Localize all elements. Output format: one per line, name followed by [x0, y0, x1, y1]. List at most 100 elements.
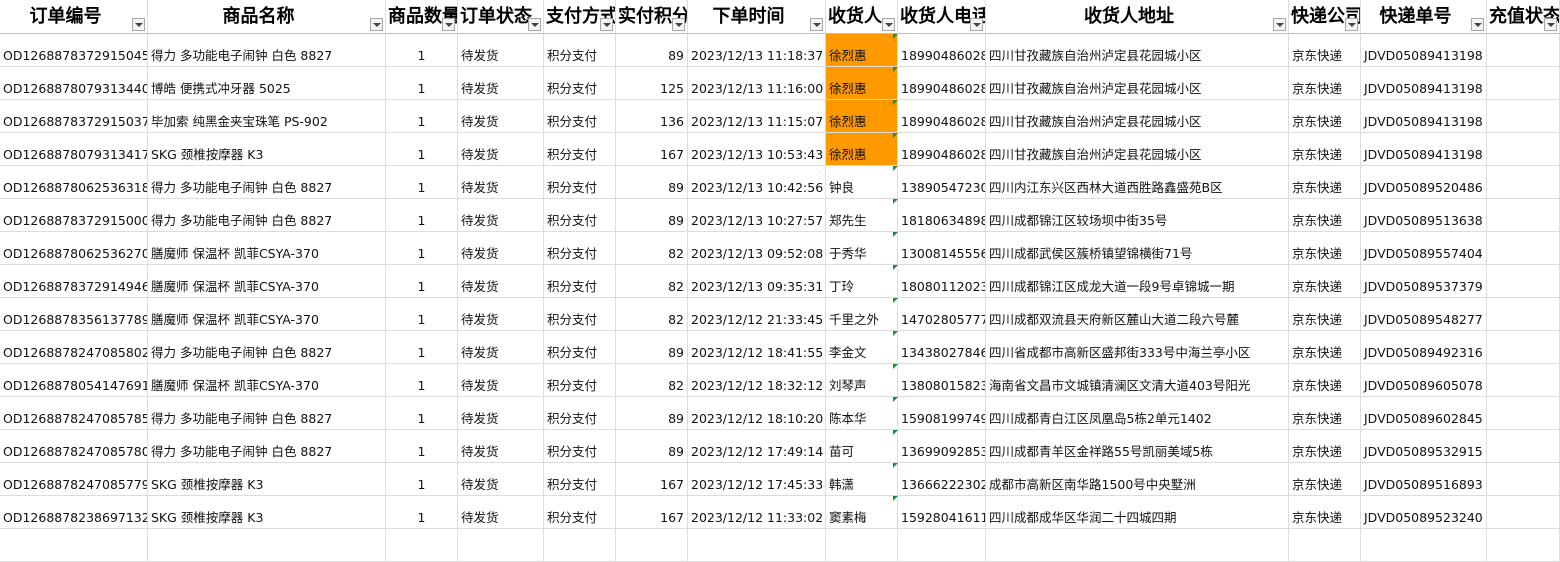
column-header-points[interactable]: 实付积分: [616, 0, 688, 34]
cell-pay[interactable]: 积分支付: [544, 397, 616, 430]
cell-tracking[interactable]: JDVD05089605078: [1361, 364, 1487, 397]
cell-phone[interactable]: 13438027846: [898, 331, 986, 364]
column-header-pay[interactable]: 支付方式: [544, 0, 616, 34]
cell-address[interactable]: 海南省文昌市文城镇清澜区文清大道403号阳光: [986, 364, 1289, 397]
cell-receiver[interactable]: 钟良: [826, 166, 898, 199]
cell-qty[interactable]: 1: [386, 331, 458, 364]
cell-pay[interactable]: 积分支付: [544, 430, 616, 463]
cell-points[interactable]: 89: [616, 199, 688, 232]
cell-order_no[interactable]: OD1268878372915045: [0, 34, 148, 67]
cell-pay[interactable]: 积分支付: [544, 100, 616, 133]
cell-courier[interactable]: 京东快递: [1289, 34, 1361, 67]
cell-courier[interactable]: 京东快递: [1289, 331, 1361, 364]
filter-dropdown-icon[interactable]: [1544, 18, 1557, 31]
column-header-time[interactable]: 下单时间: [688, 0, 826, 34]
cell-time[interactable]: 2023/12/12 17:45:33: [688, 463, 826, 496]
cell-pay[interactable]: 积分支付: [544, 364, 616, 397]
cell-order_no[interactable]: OD1268878247085802: [0, 331, 148, 364]
cell-receiver[interactable]: 刘琴声: [826, 364, 898, 397]
cell-pay[interactable]: 积分支付: [544, 67, 616, 100]
cell-qty[interactable]: 1: [386, 430, 458, 463]
cell-time[interactable]: 2023/12/12 21:33:45: [688, 298, 826, 331]
empty-cell[interactable]: [616, 529, 688, 562]
cell-qty[interactable]: 1: [386, 100, 458, 133]
cell-pay[interactable]: 积分支付: [544, 166, 616, 199]
filter-dropdown-icon[interactable]: [672, 18, 685, 31]
cell-points[interactable]: 167: [616, 496, 688, 529]
cell-phone[interactable]: 18180634898: [898, 199, 986, 232]
cell-recharge[interactable]: [1487, 430, 1560, 463]
cell-receiver[interactable]: 徐烈惠: [826, 34, 898, 67]
cell-order_no[interactable]: OD1268878054147691: [0, 364, 148, 397]
cell-phone[interactable]: 18080112023: [898, 265, 986, 298]
filter-dropdown-icon[interactable]: [132, 18, 145, 31]
cell-order_no[interactable]: OD1268878062536270: [0, 232, 148, 265]
empty-cell[interactable]: [1289, 529, 1361, 562]
cell-pay[interactable]: 积分支付: [544, 496, 616, 529]
cell-phone[interactable]: 13666222302: [898, 463, 986, 496]
filter-dropdown-icon[interactable]: [528, 18, 541, 31]
cell-qty[interactable]: 1: [386, 67, 458, 100]
cell-points[interactable]: 167: [616, 133, 688, 166]
cell-courier[interactable]: 京东快递: [1289, 133, 1361, 166]
cell-phone[interactable]: 15928041611: [898, 496, 986, 529]
cell-courier[interactable]: 京东快递: [1289, 166, 1361, 199]
cell-product[interactable]: SKG 颈椎按摩器 K3: [148, 496, 386, 529]
cell-tracking[interactable]: JDVD05089602845: [1361, 397, 1487, 430]
cell-time[interactable]: 2023/12/12 18:41:55: [688, 331, 826, 364]
cell-points[interactable]: 136: [616, 100, 688, 133]
cell-pay[interactable]: 积分支付: [544, 265, 616, 298]
cell-tracking[interactable]: JDVD05089532915: [1361, 430, 1487, 463]
column-header-status[interactable]: 订单状态: [458, 0, 544, 34]
cell-pay[interactable]: 积分支付: [544, 463, 616, 496]
cell-points[interactable]: 89: [616, 331, 688, 364]
cell-points[interactable]: 82: [616, 298, 688, 331]
filter-dropdown-icon[interactable]: [1273, 18, 1286, 31]
cell-address[interactable]: 四川成都武侯区簇桥镇望锦横街71号: [986, 232, 1289, 265]
cell-time[interactable]: 2023/12/13 10:53:43: [688, 133, 826, 166]
cell-status[interactable]: 待发货: [458, 364, 544, 397]
cell-receiver[interactable]: 千里之外: [826, 298, 898, 331]
cell-product[interactable]: 膳魔师 保温杯 凯菲CSYA-370: [148, 298, 386, 331]
cell-product[interactable]: SKG 颈椎按摩器 K3: [148, 133, 386, 166]
cell-order_no[interactable]: OD1268878247085785: [0, 397, 148, 430]
cell-recharge[interactable]: [1487, 397, 1560, 430]
column-header-receiver[interactable]: 收货人: [826, 0, 898, 34]
cell-qty[interactable]: 1: [386, 463, 458, 496]
cell-status[interactable]: 待发货: [458, 463, 544, 496]
cell-order_no[interactable]: OD1268878372914946: [0, 265, 148, 298]
cell-status[interactable]: 待发货: [458, 298, 544, 331]
filter-dropdown-icon[interactable]: [1345, 18, 1358, 31]
cell-courier[interactable]: 京东快递: [1289, 232, 1361, 265]
cell-recharge[interactable]: [1487, 100, 1560, 133]
cell-courier[interactable]: 京东快递: [1289, 463, 1361, 496]
cell-points[interactable]: 167: [616, 463, 688, 496]
cell-time[interactable]: 2023/12/12 11:33:02: [688, 496, 826, 529]
cell-status[interactable]: 待发货: [458, 100, 544, 133]
empty-cell[interactable]: [688, 529, 826, 562]
cell-receiver[interactable]: 陈本华: [826, 397, 898, 430]
cell-tracking[interactable]: JDVD05089548277: [1361, 298, 1487, 331]
cell-courier[interactable]: 京东快递: [1289, 364, 1361, 397]
cell-points[interactable]: 82: [616, 232, 688, 265]
cell-recharge[interactable]: [1487, 199, 1560, 232]
cell-order_no[interactable]: OD1268878062536318: [0, 166, 148, 199]
cell-status[interactable]: 待发货: [458, 166, 544, 199]
cell-courier[interactable]: 京东快递: [1289, 298, 1361, 331]
cell-status[interactable]: 待发货: [458, 397, 544, 430]
empty-cell[interactable]: [898, 529, 986, 562]
cell-qty[interactable]: 1: [386, 133, 458, 166]
cell-status[interactable]: 待发货: [458, 265, 544, 298]
cell-status[interactable]: 待发货: [458, 199, 544, 232]
cell-status[interactable]: 待发货: [458, 232, 544, 265]
cell-address[interactable]: 成都市高新区南华路1500号中央墅洲: [986, 463, 1289, 496]
cell-recharge[interactable]: [1487, 265, 1560, 298]
cell-product[interactable]: 得力 多功能电子闹钟 白色 8827: [148, 166, 386, 199]
cell-tracking[interactable]: JDVD05089413198: [1361, 34, 1487, 67]
cell-pay[interactable]: 积分支付: [544, 133, 616, 166]
cell-address[interactable]: 四川成都成华区华润二十四城四期: [986, 496, 1289, 529]
cell-address[interactable]: 四川省成都市高新区盛邦街333号中海兰亭小区: [986, 331, 1289, 364]
cell-tracking[interactable]: JDVD05089492316: [1361, 331, 1487, 364]
column-header-phone[interactable]: 收货人电话: [898, 0, 986, 34]
cell-recharge[interactable]: [1487, 364, 1560, 397]
